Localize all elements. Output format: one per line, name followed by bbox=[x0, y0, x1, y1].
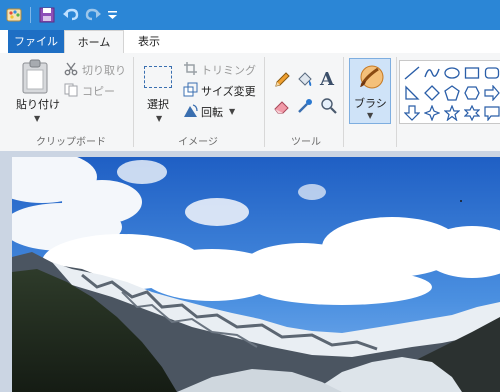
paste-icon[interactable] bbox=[20, 59, 50, 95]
down-arrow-shape-icon[interactable] bbox=[404, 105, 420, 121]
polygon-shape-icon[interactable] bbox=[404, 85, 420, 101]
paste-dropdown-icon[interactable]: ▼ bbox=[34, 114, 40, 123]
crop-button[interactable]: トリミング bbox=[201, 62, 256, 78]
oval-shape-icon[interactable] bbox=[444, 65, 460, 81]
rectangle-shape-icon[interactable] bbox=[464, 65, 480, 81]
select-dropdown-icon[interactable]: ▼ bbox=[156, 114, 162, 123]
redo-icon[interactable] bbox=[84, 6, 102, 24]
four-point-star-shape-icon[interactable] bbox=[424, 105, 440, 121]
ribbon-tabs: ファイル ホーム 表示 bbox=[0, 30, 500, 55]
group-divider bbox=[396, 57, 397, 147]
tab-home[interactable]: ホーム bbox=[64, 30, 124, 55]
cut-button[interactable]: 切り取り bbox=[82, 62, 126, 78]
rotate-button[interactable]: 回転 bbox=[201, 104, 223, 120]
brushes-label: ブラシ bbox=[354, 97, 387, 110]
resize-button[interactable]: サイズ変更 bbox=[201, 83, 256, 99]
group-divider bbox=[343, 57, 344, 147]
callout-shape-icon[interactable] bbox=[484, 105, 500, 121]
select-icon bbox=[144, 66, 172, 88]
canvas-workspace bbox=[0, 151, 500, 392]
rotate-dropdown-icon[interactable]: ▼ bbox=[229, 107, 235, 116]
quick-access-toolbar bbox=[0, 0, 500, 30]
clipboard-group-label: クリップボード bbox=[36, 137, 106, 148]
right-arrow-shape-icon[interactable] bbox=[484, 85, 500, 101]
brushes-button[interactable]: ブラシ ▼ bbox=[349, 58, 391, 124]
magnifier-icon[interactable] bbox=[320, 97, 338, 115]
tools-group-label: ツール bbox=[291, 137, 321, 148]
rotate-icon bbox=[184, 104, 198, 117]
five-point-star-shape-icon[interactable] bbox=[444, 105, 460, 121]
copy-button[interactable]: コピー bbox=[82, 83, 115, 99]
brush-icon bbox=[360, 65, 384, 89]
quick-access-divider bbox=[30, 7, 31, 23]
customize-dropdown-icon[interactable] bbox=[104, 6, 122, 24]
group-divider bbox=[264, 57, 265, 147]
image-group-label: イメージ bbox=[178, 137, 218, 148]
canvas-image[interactable] bbox=[12, 157, 500, 392]
paste-button[interactable]: 貼り付け bbox=[16, 96, 60, 112]
rounded-rectangle-shape-icon[interactable] bbox=[484, 65, 500, 81]
brushes-dropdown-icon[interactable]: ▼ bbox=[367, 111, 373, 120]
save-icon[interactable] bbox=[38, 6, 56, 24]
fill-bucket-icon[interactable] bbox=[296, 71, 314, 89]
crop-icon bbox=[184, 62, 197, 75]
pentagon-shape-icon[interactable] bbox=[444, 85, 460, 101]
tab-view[interactable]: 表示 bbox=[126, 30, 172, 53]
copy-icon bbox=[64, 83, 78, 97]
text-tool-icon[interactable]: A bbox=[320, 69, 334, 90]
tab-file[interactable]: ファイル bbox=[8, 30, 64, 53]
six-point-star-shape-icon[interactable] bbox=[464, 105, 480, 121]
cut-icon bbox=[64, 62, 78, 76]
curve-shape-icon[interactable] bbox=[424, 65, 440, 81]
resize-icon bbox=[183, 82, 198, 97]
line-shape-icon[interactable] bbox=[404, 65, 420, 81]
group-divider bbox=[133, 57, 134, 147]
eraser-icon[interactable] bbox=[273, 97, 291, 115]
shapes-gallery bbox=[399, 60, 500, 124]
color-picker-icon[interactable] bbox=[296, 97, 314, 115]
hexagon-shape-icon[interactable] bbox=[464, 85, 480, 101]
pencil-icon[interactable] bbox=[273, 71, 291, 89]
select-button[interactable]: 選択 bbox=[147, 96, 169, 112]
diamond-shape-icon[interactable] bbox=[424, 85, 440, 101]
paint-app-icon[interactable] bbox=[6, 6, 24, 24]
undo-icon[interactable] bbox=[62, 6, 80, 24]
